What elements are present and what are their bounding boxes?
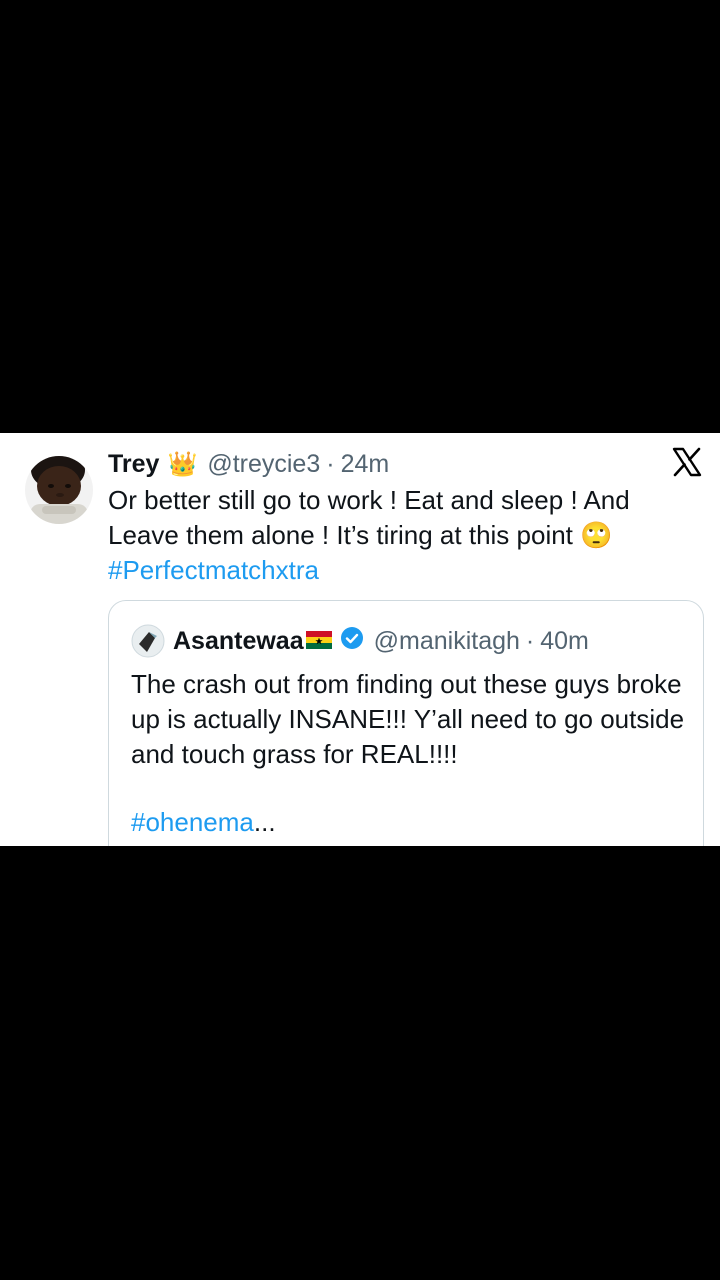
quoted-tweet-text: The crash out from finding out these guy… bbox=[131, 669, 685, 769]
separator-dot: · bbox=[525, 626, 535, 655]
quoted-author-handle[interactable]: @manikitagh bbox=[374, 627, 520, 656]
quoted-tweet-header: Asantewaa @manikitagh · 40m bbox=[131, 623, 589, 659]
baby-avatar-icon bbox=[25, 456, 93, 524]
hashtag-link[interactable]: #Perfectmatchxtra bbox=[108, 555, 319, 585]
bottom-black-area bbox=[0, 846, 720, 1280]
quoted-tweet[interactable]: Asantewaa @manikitagh · 40m The crash ou… bbox=[108, 600, 704, 872]
separator-dot: · bbox=[326, 449, 335, 478]
verified-badge-icon bbox=[340, 626, 364, 657]
x-logo-icon bbox=[672, 447, 702, 477]
author-avatar[interactable] bbox=[24, 448, 94, 532]
quoted-hashtag-link[interactable]: #ohenema bbox=[131, 807, 254, 837]
quoted-author-name[interactable]: Asantewaa bbox=[173, 627, 304, 656]
ghana-flag-icon bbox=[305, 627, 332, 656]
tweet-timestamp[interactable]: 24m bbox=[341, 450, 390, 479]
author-handle[interactable]: @treycie3 bbox=[207, 450, 320, 479]
quoted-hashtag-line: #ohenema... bbox=[131, 805, 276, 840]
tweet-text: Or better still go to work ! Eat and sle… bbox=[108, 483, 698, 588]
quoted-author-avatar[interactable] bbox=[131, 624, 165, 658]
truncation-ellipsis: ... bbox=[253, 807, 276, 837]
tweet-body: Or better still go to work ! Eat and sle… bbox=[108, 485, 630, 550]
crown-emoji: 👑 bbox=[167, 450, 198, 478]
tweet-header: Trey 👑 @treycie3 · 24m bbox=[108, 447, 389, 481]
author-name[interactable]: Trey bbox=[108, 450, 159, 479]
quoted-tweet-timestamp[interactable]: 40m bbox=[540, 627, 589, 656]
